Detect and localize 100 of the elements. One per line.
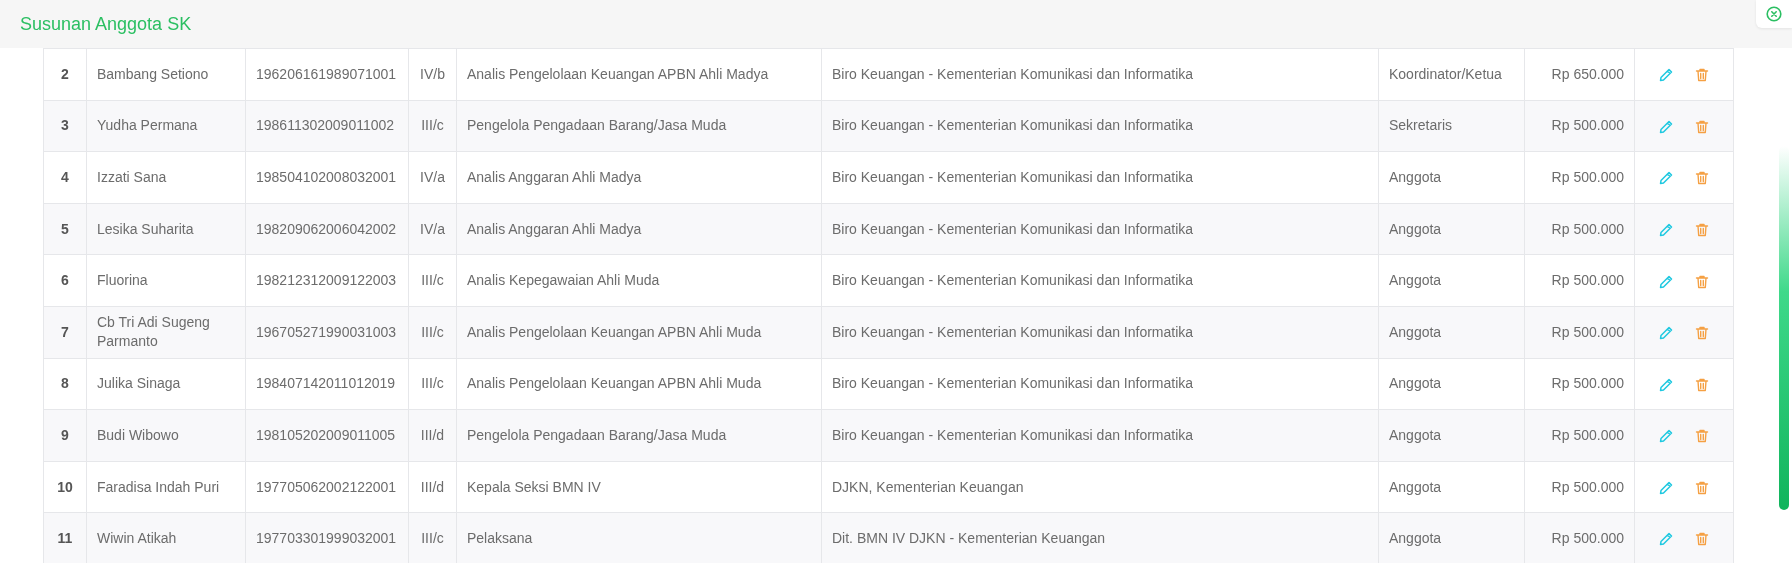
position-cell: Analis Pengelolaan Keuangan APBN Ahli Muda	[456, 306, 822, 359]
grade-cell: IV/a	[408, 203, 457, 255]
row-number: 7	[43, 306, 87, 359]
agency-cell: Biro Keuangan - Kementerian Komunikasi dan Informatika	[821, 358, 1379, 410]
name-cell: Yudha Permana	[86, 100, 246, 152]
role-cell: Koordinator/Ketua	[1378, 48, 1525, 101]
position-cell: Kepala Seksi BMN IV	[456, 461, 822, 513]
name-cell: Izzati Sana	[86, 151, 246, 204]
row-number: 8	[43, 358, 87, 410]
position-cell: Pengelola Pengadaan Barang/Jasa Muda	[456, 100, 822, 152]
nip-cell: 198504102008032001	[245, 151, 409, 204]
edit-icon	[1658, 531, 1674, 548]
close-icon	[1766, 6, 1782, 22]
row-number: 10	[43, 461, 87, 513]
grade-cell: IV/a	[408, 151, 457, 204]
name-cell: Cb Tri Adi Sugeng Parmanto	[86, 306, 246, 359]
grade-cell: III/d	[408, 409, 457, 462]
agency-cell: Biro Keuangan - Kementerian Komunikasi dan Informatika	[821, 203, 1379, 255]
role-cell: Anggota	[1378, 409, 1525, 462]
row-number: 4	[43, 151, 87, 204]
nip-cell: 197703301999032001	[245, 512, 409, 563]
row-number: 6	[43, 254, 87, 307]
agency-cell: Biro Keuangan - Kementerian Komunikasi dan Informatika	[821, 48, 1379, 101]
amount-cell: Rp 500.000	[1524, 461, 1635, 513]
grade-cell: III/c	[408, 512, 457, 563]
close-button[interactable]	[1756, 0, 1792, 28]
row-number: 3	[43, 100, 87, 152]
nip-cell: 198209062006042002	[245, 203, 409, 255]
delete-icon	[1694, 221, 1710, 238]
agency-cell: Biro Keuangan - Kementerian Komunikasi dan Informatika	[821, 306, 1379, 359]
amount-cell: Rp 500.000	[1524, 306, 1635, 359]
edit-icon	[1658, 118, 1674, 135]
grade-cell: III/d	[408, 461, 457, 513]
position-cell: Analis Pengelolaan Keuangan APBN Ahli Madya	[456, 48, 822, 101]
name-cell: Faradisa Indah Puri	[86, 461, 246, 513]
edit-icon	[1658, 170, 1674, 187]
row-number: 2	[43, 48, 87, 101]
delete-icon	[1694, 325, 1710, 342]
delete-icon	[1694, 428, 1710, 445]
delete-icon	[1694, 273, 1710, 290]
delete-icon	[1694, 67, 1710, 84]
row-number: 5	[43, 203, 87, 255]
grade-cell: III/c	[408, 100, 457, 152]
grade-cell: III/c	[408, 254, 457, 307]
role-cell: Sekretaris	[1378, 100, 1525, 152]
name-cell: Julika Sinaga	[86, 358, 246, 410]
role-cell: Anggota	[1378, 151, 1525, 204]
agency-cell: Biro Keuangan - Kementerian Komunikasi dan Informatika	[821, 100, 1379, 152]
amount-cell: Rp 500.000	[1524, 254, 1635, 307]
agency-cell: Dit. BMN IV DJKN - Kementerian Keuangan	[821, 512, 1379, 563]
delete-icon	[1694, 376, 1710, 393]
amount-cell: Rp 500.000	[1524, 358, 1635, 410]
name-cell: Budi Wibowo	[86, 409, 246, 462]
row-number: 9	[43, 409, 87, 462]
name-cell: Wiwin Atikah	[86, 512, 246, 563]
dialog-title: Susunan Anggota SK	[20, 12, 192, 36]
grade-cell: IV/b	[408, 48, 457, 101]
delete-icon	[1694, 531, 1710, 548]
position-cell: Pelaksana	[456, 512, 822, 563]
position-cell: Analis Pengelolaan Keuangan APBN Ahli Muda	[456, 358, 822, 410]
agency-cell: Biro Keuangan - Kementerian Komunikasi dan Informatika	[821, 151, 1379, 204]
edit-icon	[1658, 376, 1674, 393]
amount-cell: Rp 500.000	[1524, 409, 1635, 462]
row-number: 11	[43, 512, 87, 563]
grade-cell: III/c	[408, 358, 457, 410]
nip-cell: 196705271990031003	[245, 306, 409, 359]
nip-cell: 196206161989071001	[245, 48, 409, 101]
position-cell: Analis Anggaran Ahli Madya	[456, 151, 822, 204]
nip-cell: 198105202009011005	[245, 409, 409, 462]
position-cell: Pengelola Pengadaan Barang/Jasa Muda	[456, 409, 822, 462]
amount-cell: Rp 500.000	[1524, 512, 1635, 563]
amount-cell: Rp 500.000	[1524, 151, 1635, 204]
role-cell: Anggota	[1378, 306, 1525, 359]
edit-icon	[1658, 273, 1674, 290]
role-cell: Anggota	[1378, 254, 1525, 307]
nip-cell: 198212312009122003	[245, 254, 409, 307]
edit-icon	[1658, 221, 1674, 238]
amount-cell: Rp 500.000	[1524, 203, 1635, 255]
nip-cell: 198611302009011002	[245, 100, 409, 152]
role-cell: Anggota	[1378, 358, 1525, 410]
name-cell: Fluorina	[86, 254, 246, 307]
edit-icon	[1658, 325, 1674, 342]
agency-cell: DJKN, Kementerian Keuangan	[821, 461, 1379, 513]
agency-cell: Biro Keuangan - Kementerian Komunikasi dan Informatika	[821, 409, 1379, 462]
grade-cell: III/c	[408, 306, 457, 359]
edit-icon	[1658, 479, 1674, 496]
edit-icon	[1658, 67, 1674, 84]
nip-cell: 198407142011012019	[245, 358, 409, 410]
nip-cell: 197705062002122001	[245, 461, 409, 513]
position-cell: Analis Anggaran Ahli Madya	[456, 203, 822, 255]
delete-icon	[1694, 118, 1710, 135]
role-cell: Anggota	[1378, 203, 1525, 255]
delete-icon	[1694, 170, 1710, 187]
amount-cell: Rp 650.000	[1524, 48, 1635, 101]
role-cell: Anggota	[1378, 512, 1525, 563]
edit-icon	[1658, 428, 1674, 445]
position-cell: Analis Kepegawaian Ahli Muda	[456, 254, 822, 307]
agency-cell: Biro Keuangan - Kementerian Komunikasi dan Informatika	[821, 254, 1379, 307]
name-cell: Bambang Setiono	[86, 48, 246, 101]
scrollbar-thumb[interactable]	[1779, 146, 1789, 510]
